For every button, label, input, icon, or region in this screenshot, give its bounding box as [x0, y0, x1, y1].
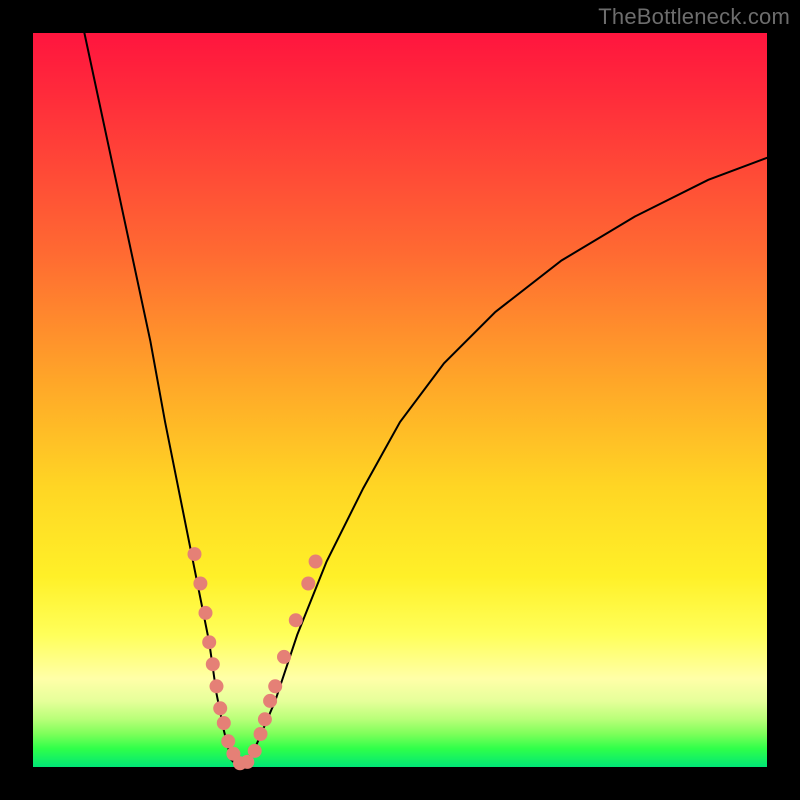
sample-dot [206, 657, 220, 671]
sample-dot [309, 555, 323, 569]
sample-dot [277, 650, 291, 664]
sample-dot [213, 701, 227, 715]
sample-dot [221, 734, 235, 748]
watermark-text: TheBottleneck.com [598, 4, 790, 30]
chart-svg [33, 33, 767, 767]
sample-dot [263, 694, 277, 708]
sample-dot [289, 613, 303, 627]
sample-dot [258, 712, 272, 726]
bottleneck-curve [84, 33, 767, 767]
sample-dot [254, 727, 268, 741]
sample-dot [188, 547, 202, 561]
sample-dot [268, 679, 282, 693]
sample-dots-group [188, 547, 323, 770]
sample-dot [193, 577, 207, 591]
sample-dot [210, 679, 224, 693]
sample-dot [248, 744, 262, 758]
sample-dot [202, 635, 216, 649]
sample-dot [301, 577, 315, 591]
plot-area [33, 33, 767, 767]
chart-frame: TheBottleneck.com [0, 0, 800, 800]
sample-dot [217, 716, 231, 730]
sample-dot [199, 606, 213, 620]
